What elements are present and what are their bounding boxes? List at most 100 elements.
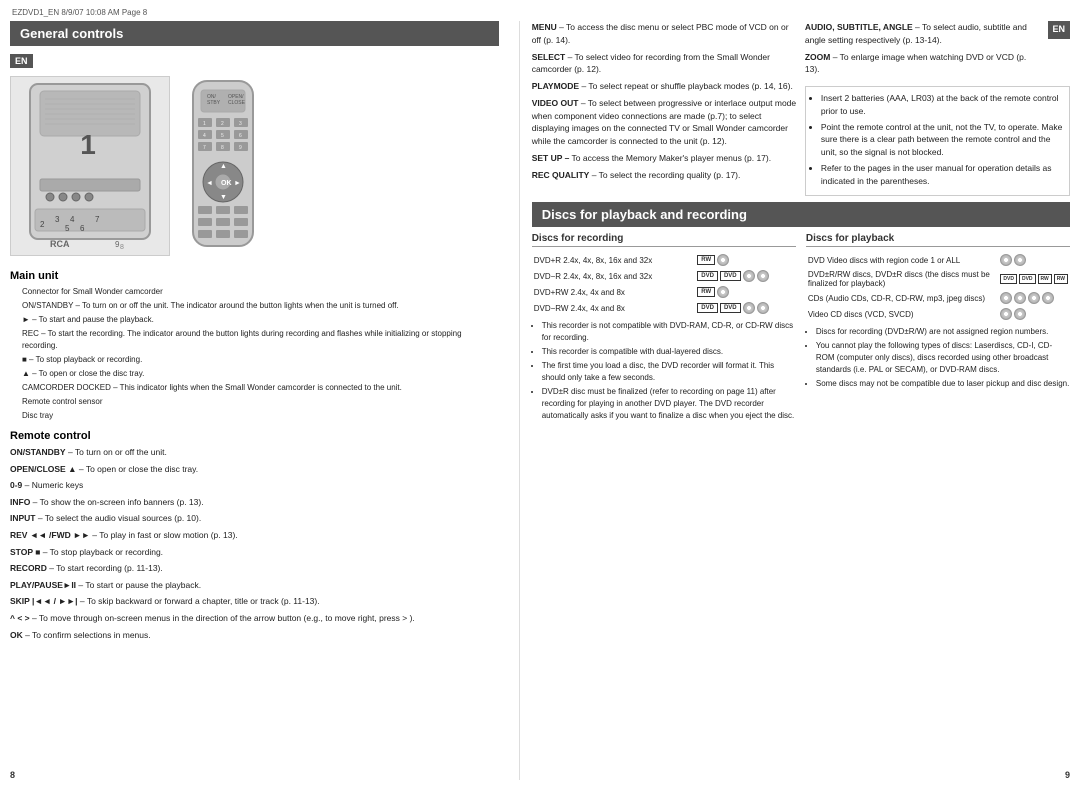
remote-illustration: ON/ STBY OPEN/ CLOSE (183, 76, 263, 254)
discs-playback-column: Discs for playback DVD Video discs with … (806, 233, 1070, 766)
discs-recording-title: Discs for recording (532, 233, 796, 247)
discs-header: Discs for playback and recording (532, 202, 1070, 227)
main-unit-illustration: 1 2 3 4 5 6 7 (10, 76, 170, 256)
svg-text:2: 2 (221, 121, 224, 127)
disc-icon-cell-3: RW (695, 284, 796, 300)
disc-icon-3 (717, 286, 729, 298)
dvd-badge-4a: DVD (697, 303, 718, 313)
main-unit-list: Connector for Small Wonder camcorder ON/… (10, 286, 499, 422)
select-item: SELECT – To select video for recording f… (532, 51, 797, 77)
playback-disc-icon-cell-2: DVD DVD RW RW (998, 268, 1070, 290)
disc-name-3: DVD+RW 2.4x, 4x and 8x (532, 284, 696, 300)
disc-icon-2 (743, 270, 755, 282)
svg-text:4: 4 (203, 133, 206, 139)
main-unit-item-4: REC – To start the recording. The indica… (22, 328, 499, 352)
right-page: MENU – To access the disc menu or select… (528, 21, 1070, 780)
zoom-item: ZOOM – To enlarge image when watching DV… (805, 51, 1042, 77)
dvd-badge-2a: DVD (697, 271, 718, 281)
svg-text:8: 8 (120, 244, 124, 251)
svg-text:CLOSE: CLOSE (228, 100, 246, 106)
dvdrw-badge-2b: DVD (1019, 274, 1036, 284)
remote-item-12: OK – To confirm selections in menus. (10, 629, 499, 643)
playback-disc-icon-cell-3 (998, 290, 1070, 306)
remote-item-7: STOP ■ – To stop playback or recording. (10, 546, 499, 560)
videoout-item: VIDEO OUT – To select between progressiv… (532, 97, 797, 148)
remote-item-9: PLAY/PAUSE►II – To start or pause the pl… (10, 579, 499, 593)
svg-text:5: 5 (65, 224, 70, 233)
battery-note-1: Insert 2 batteries (AAA, LR03) at the ba… (821, 92, 1064, 118)
discs-playback-title: Discs for playback (806, 233, 1070, 247)
file-info: EZDVD1_EN 8/9/07 10:08 AM Page 8 (10, 8, 1070, 17)
disc-icon-group-2: DVD DVD (697, 270, 794, 282)
main-unit-title: Main unit (10, 270, 499, 282)
table-row: CDs (Audio CDs, CD-R, CD-RW, mp3, jpeg d… (806, 290, 1070, 306)
table-row: DVD+R 2.4x, 4x, 8x, 16x and 32x RW (532, 252, 796, 268)
remote-item-11: ^ ˂ ˃ – To move through on-screen menus … (10, 612, 499, 626)
svg-text:9: 9 (239, 145, 242, 151)
svg-text:▲: ▲ (220, 163, 227, 170)
dvd-badge-4b: DVD (720, 303, 741, 313)
playback-disc-icon-3c (1028, 292, 1040, 304)
disc-icon-4 (743, 302, 755, 314)
dvd-badge-2b: DVD (720, 271, 741, 281)
remote-desc: ON/STANDBY – To turn on or off the unit.… (10, 446, 499, 642)
main-unit-section: Main unit Connector for Small Wonder cam… (10, 270, 499, 424)
main-unit-item-2: ON/STANDBY – To turn on or off the unit.… (22, 300, 499, 312)
playback-icon-group-3 (1000, 292, 1068, 304)
page-divider (519, 21, 520, 780)
svg-text:1: 1 (203, 121, 206, 127)
svg-text:OK: OK (221, 180, 232, 187)
remote-item-3: 0-9 – Numeric keys (10, 479, 499, 493)
playback-disc-name-3: CDs (Audio CDs, CD-R, CD-RW, mp3, jpeg d… (806, 290, 999, 306)
recording-note-2: This recorder is compatible with dual-la… (542, 346, 796, 358)
playback-disc-icon-cell-4 (998, 306, 1070, 322)
page-num-left: 8 (10, 766, 499, 780)
disc-name-2: DVD−R 2.4x, 4x, 8x, 16x and 32x (532, 268, 696, 284)
svg-text:4: 4 (70, 215, 75, 224)
playback-disc-icon-4b (1014, 308, 1026, 320)
audio-item: AUDIO, SUBTITLE, ANGLE – To select audio… (805, 21, 1042, 47)
svg-text:3: 3 (55, 215, 60, 224)
recquality-item: REC QUALITY – To select the recording qu… (532, 169, 797, 182)
main-unit-item-1: Connector for Small Wonder camcorder (22, 286, 499, 298)
table-row: DVD−RW 2.4x, 4x and 8x DVD DVD (532, 300, 796, 316)
svg-text:1: 1 (80, 129, 96, 160)
remote-item-5: INPUT – To select the audio visual sourc… (10, 512, 499, 526)
disc-icon-1 (717, 254, 729, 266)
rw-badge-2c: RW (1038, 274, 1052, 284)
svg-text:RCA: RCA (50, 239, 70, 249)
playback-disc-table: DVD Video discs with region code 1 or AL… (806, 252, 1070, 322)
right-top-info: MENU – To access the disc menu or select… (532, 21, 1070, 196)
left-page: General controls EN (10, 21, 511, 780)
svg-text:6: 6 (80, 224, 85, 233)
playback-disc-name-2: DVD±R/RW discs, DVD±R discs (the discs m… (806, 268, 999, 290)
dvdrw-badge-2a: DVD (1000, 274, 1017, 284)
remote-item-6: REV ◄◄ /FWD ►► – To play in fast or slow… (10, 529, 499, 543)
battery-notes-box: Insert 2 batteries (AAA, LR03) at the ba… (805, 86, 1070, 196)
recording-note-1: This recorder is not compatible with DVD… (542, 320, 796, 344)
rw-badge-3: RW (697, 287, 715, 297)
remote-item-2: OPEN/CLOSE ▲ – To open or close the disc… (10, 463, 499, 477)
disc-icon-group-3: RW (697, 286, 794, 298)
playback-disc-icon-1b (1014, 254, 1026, 266)
playback-disc-icon-1 (1000, 254, 1012, 266)
playback-note-1: Discs for recording (DVD±R/W) are not as… (816, 326, 1070, 338)
remote-item-10: SKIP |◄◄ / ►►| – To skip backward or for… (10, 595, 499, 609)
disc-icon-4b (757, 302, 769, 314)
battery-note-2: Point the remote control at the unit, no… (821, 121, 1064, 159)
en-badge-left: EN (10, 54, 33, 68)
main-unit-item-9: Disc tray (22, 410, 499, 422)
device-area: 1 2 3 4 5 6 7 (10, 76, 499, 256)
page-container: EZDVD1_EN 8/9/07 10:08 AM Page 8 General… (0, 0, 1080, 788)
rw-badge-1: RW (697, 255, 715, 265)
disc-icon-group-4: DVD DVD (697, 302, 794, 314)
table-row: DVD−R 2.4x, 4x, 8x, 16x and 32x DVD DVD (532, 268, 796, 284)
discs-columns: Discs for recording DVD+R 2.4x, 4x, 8x, … (532, 233, 1070, 766)
discs-recording-column: Discs for recording DVD+R 2.4x, 4x, 8x, … (532, 233, 796, 766)
remote-item-4: INFO – To show the on-screen info banner… (10, 496, 499, 510)
svg-text:▼: ▼ (220, 194, 227, 201)
playback-disc-icon-3b (1014, 292, 1026, 304)
playback-icon-group-4 (1000, 308, 1068, 320)
svg-text:8: 8 (221, 145, 224, 151)
page-num-right: 9 (532, 766, 1070, 780)
